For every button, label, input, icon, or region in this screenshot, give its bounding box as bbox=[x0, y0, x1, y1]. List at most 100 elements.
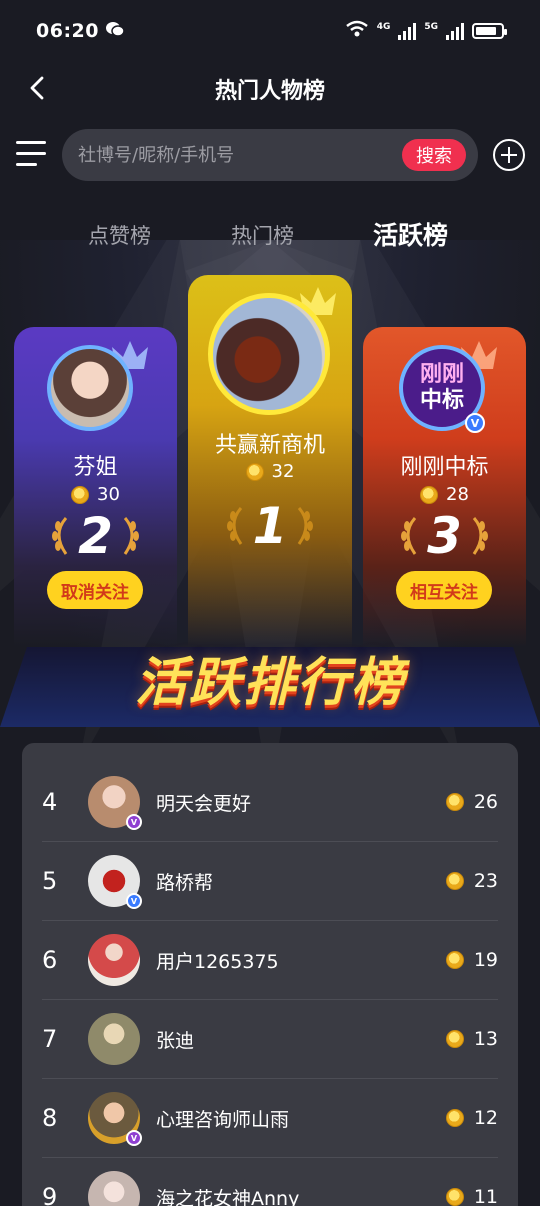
score-value: 23 bbox=[473, 870, 498, 892]
signal-icon-2 bbox=[446, 22, 464, 40]
verified-badge-icon: V bbox=[126, 1130, 142, 1146]
score-value: 19 bbox=[473, 949, 498, 971]
list-item[interactable]: 6 用户1265375 19 bbox=[42, 921, 498, 1000]
podium-name: 芬姐 bbox=[73, 455, 118, 480]
coin-icon bbox=[445, 1030, 464, 1048]
tab-popular[interactable]: 热门榜 bbox=[231, 220, 294, 250]
laurel-left-icon bbox=[401, 517, 417, 555]
add-icon[interactable] bbox=[493, 139, 525, 171]
score-value: 11 bbox=[473, 1186, 498, 1206]
score-value: 30 bbox=[97, 484, 120, 505]
podium-score: 30 bbox=[14, 484, 177, 505]
coin-icon bbox=[420, 485, 439, 504]
list-rank: 5 bbox=[42, 867, 58, 895]
wifi-icon bbox=[345, 20, 369, 43]
wechat-icon bbox=[105, 21, 125, 41]
score-value: 32 bbox=[271, 461, 295, 482]
tab-likes[interactable]: 点赞榜 bbox=[88, 220, 151, 250]
avatar[interactable] bbox=[208, 293, 330, 415]
score-value: 12 bbox=[473, 1107, 498, 1129]
list-item[interactable]: 7 张迪 13 bbox=[42, 1000, 498, 1079]
page-title: 热门人物榜 bbox=[214, 79, 325, 104]
nav-bar: 热门人物榜 bbox=[0, 62, 540, 116]
list-score: 12 bbox=[445, 1107, 498, 1129]
battery-icon bbox=[472, 23, 507, 39]
list-name: 用户1265375 bbox=[156, 950, 279, 973]
list-name: 路桥帮 bbox=[156, 871, 214, 894]
laurel-left-icon bbox=[52, 517, 68, 555]
list-rank: 4 bbox=[42, 788, 58, 816]
laurel-right-icon bbox=[123, 517, 139, 555]
avatar[interactable] bbox=[88, 1171, 140, 1206]
rank-badge: 2 bbox=[14, 507, 177, 565]
list-name: 明天会更好 bbox=[156, 792, 252, 815]
podium-score: 32 bbox=[188, 461, 352, 482]
tab-active[interactable]: 活跃榜 bbox=[373, 216, 448, 252]
podium-score: 28 bbox=[363, 484, 526, 505]
coin-icon bbox=[445, 872, 464, 890]
list-score: 26 bbox=[445, 791, 498, 813]
status-time: 06:20 bbox=[36, 20, 99, 42]
laurel-right-icon bbox=[298, 507, 314, 545]
list-name: 心理咨询师山雨 bbox=[156, 1108, 290, 1131]
list-item[interactable]: 9 海之花女神Anny 11 bbox=[42, 1158, 498, 1206]
list-score: 23 bbox=[445, 870, 498, 892]
status-bar: 06:20 4G 5G bbox=[0, 0, 540, 62]
list-score: 13 bbox=[445, 1028, 498, 1050]
coin-icon bbox=[445, 951, 464, 969]
signal-icon bbox=[398, 22, 417, 40]
list-rank: 8 bbox=[42, 1104, 58, 1132]
podium-name: 刚刚中标 bbox=[400, 455, 489, 480]
rank-number: 1 bbox=[252, 497, 288, 555]
podium-card-rank-2[interactable]: 芬姐 30 2 取消关注 bbox=[14, 327, 177, 647]
rank-number: 3 bbox=[427, 507, 462, 565]
score-value: 13 bbox=[473, 1028, 498, 1050]
verified-badge-icon: V bbox=[465, 413, 485, 433]
search-button[interactable]: 搜索 bbox=[402, 139, 466, 171]
avatar[interactable]: V bbox=[88, 1092, 142, 1146]
podium-name: 共赢新商机 bbox=[214, 433, 325, 458]
network-4g-label: 4G bbox=[376, 21, 391, 32]
rank-badge: 1 bbox=[188, 497, 352, 555]
list-item[interactable]: 5 V 路桥帮 23 bbox=[42, 842, 498, 921]
list-score: 19 bbox=[445, 949, 498, 971]
list-rank: 9 bbox=[42, 1183, 58, 1206]
rank-badge: 3 bbox=[363, 507, 526, 565]
list-name: 海之花女神Anny bbox=[156, 1187, 300, 1206]
verified-badge-icon: V bbox=[126, 814, 142, 830]
podium-card-rank-3[interactable]: 刚刚 中标 V 刚刚中标 28 3 相互关注 bbox=[363, 327, 526, 647]
avatar[interactable]: V bbox=[88, 776, 142, 830]
search-bar: 搜索 bbox=[62, 129, 478, 181]
list-item[interactable]: 8 V 心理咨询师山雨 12 bbox=[42, 1079, 498, 1158]
avatar[interactable] bbox=[88, 934, 140, 986]
coin-icon bbox=[71, 485, 90, 504]
mutual-follow-button[interactable]: 相互关注 bbox=[396, 571, 492, 609]
unfollow-button[interactable]: 取消关注 bbox=[47, 571, 143, 609]
network-5g-label: 5G bbox=[424, 21, 438, 32]
list-name: 张迪 bbox=[156, 1029, 195, 1052]
menu-icon[interactable] bbox=[16, 141, 46, 169]
avatar-text-bottom: 中标 bbox=[419, 388, 464, 413]
back-arrow-icon[interactable] bbox=[24, 74, 52, 102]
active-ranking-banner: 活跃排行榜 bbox=[134, 653, 405, 713]
search-input[interactable] bbox=[78, 144, 402, 166]
coin-icon bbox=[445, 1109, 464, 1127]
coin-icon bbox=[445, 793, 464, 811]
coin-icon bbox=[245, 462, 264, 481]
score-value: 26 bbox=[473, 791, 498, 813]
podium-card-rank-1[interactable]: 共赢新商机 32 1 bbox=[188, 275, 352, 647]
list-item[interactable]: 4 V 明天会更好 26 bbox=[42, 763, 498, 842]
rank-number: 2 bbox=[78, 507, 113, 565]
ranking-list: 4 V 明天会更好 26 5 V 路桥帮 23 6 用户1265375 19 7… bbox=[22, 743, 518, 1206]
laurel-left-icon bbox=[226, 507, 242, 545]
ranking-tabs: 点赞榜 热门榜 活跃榜 bbox=[0, 212, 540, 256]
laurel-right-icon bbox=[472, 517, 488, 555]
score-value: 28 bbox=[446, 484, 469, 505]
coin-icon bbox=[445, 1188, 464, 1206]
avatar[interactable]: V bbox=[88, 855, 142, 909]
verified-badge-icon: V bbox=[126, 893, 142, 909]
avatar-text-top: 刚刚 bbox=[419, 362, 464, 387]
avatar[interactable] bbox=[47, 345, 133, 431]
avatar[interactable] bbox=[88, 1013, 140, 1065]
list-rank: 7 bbox=[42, 1025, 58, 1053]
